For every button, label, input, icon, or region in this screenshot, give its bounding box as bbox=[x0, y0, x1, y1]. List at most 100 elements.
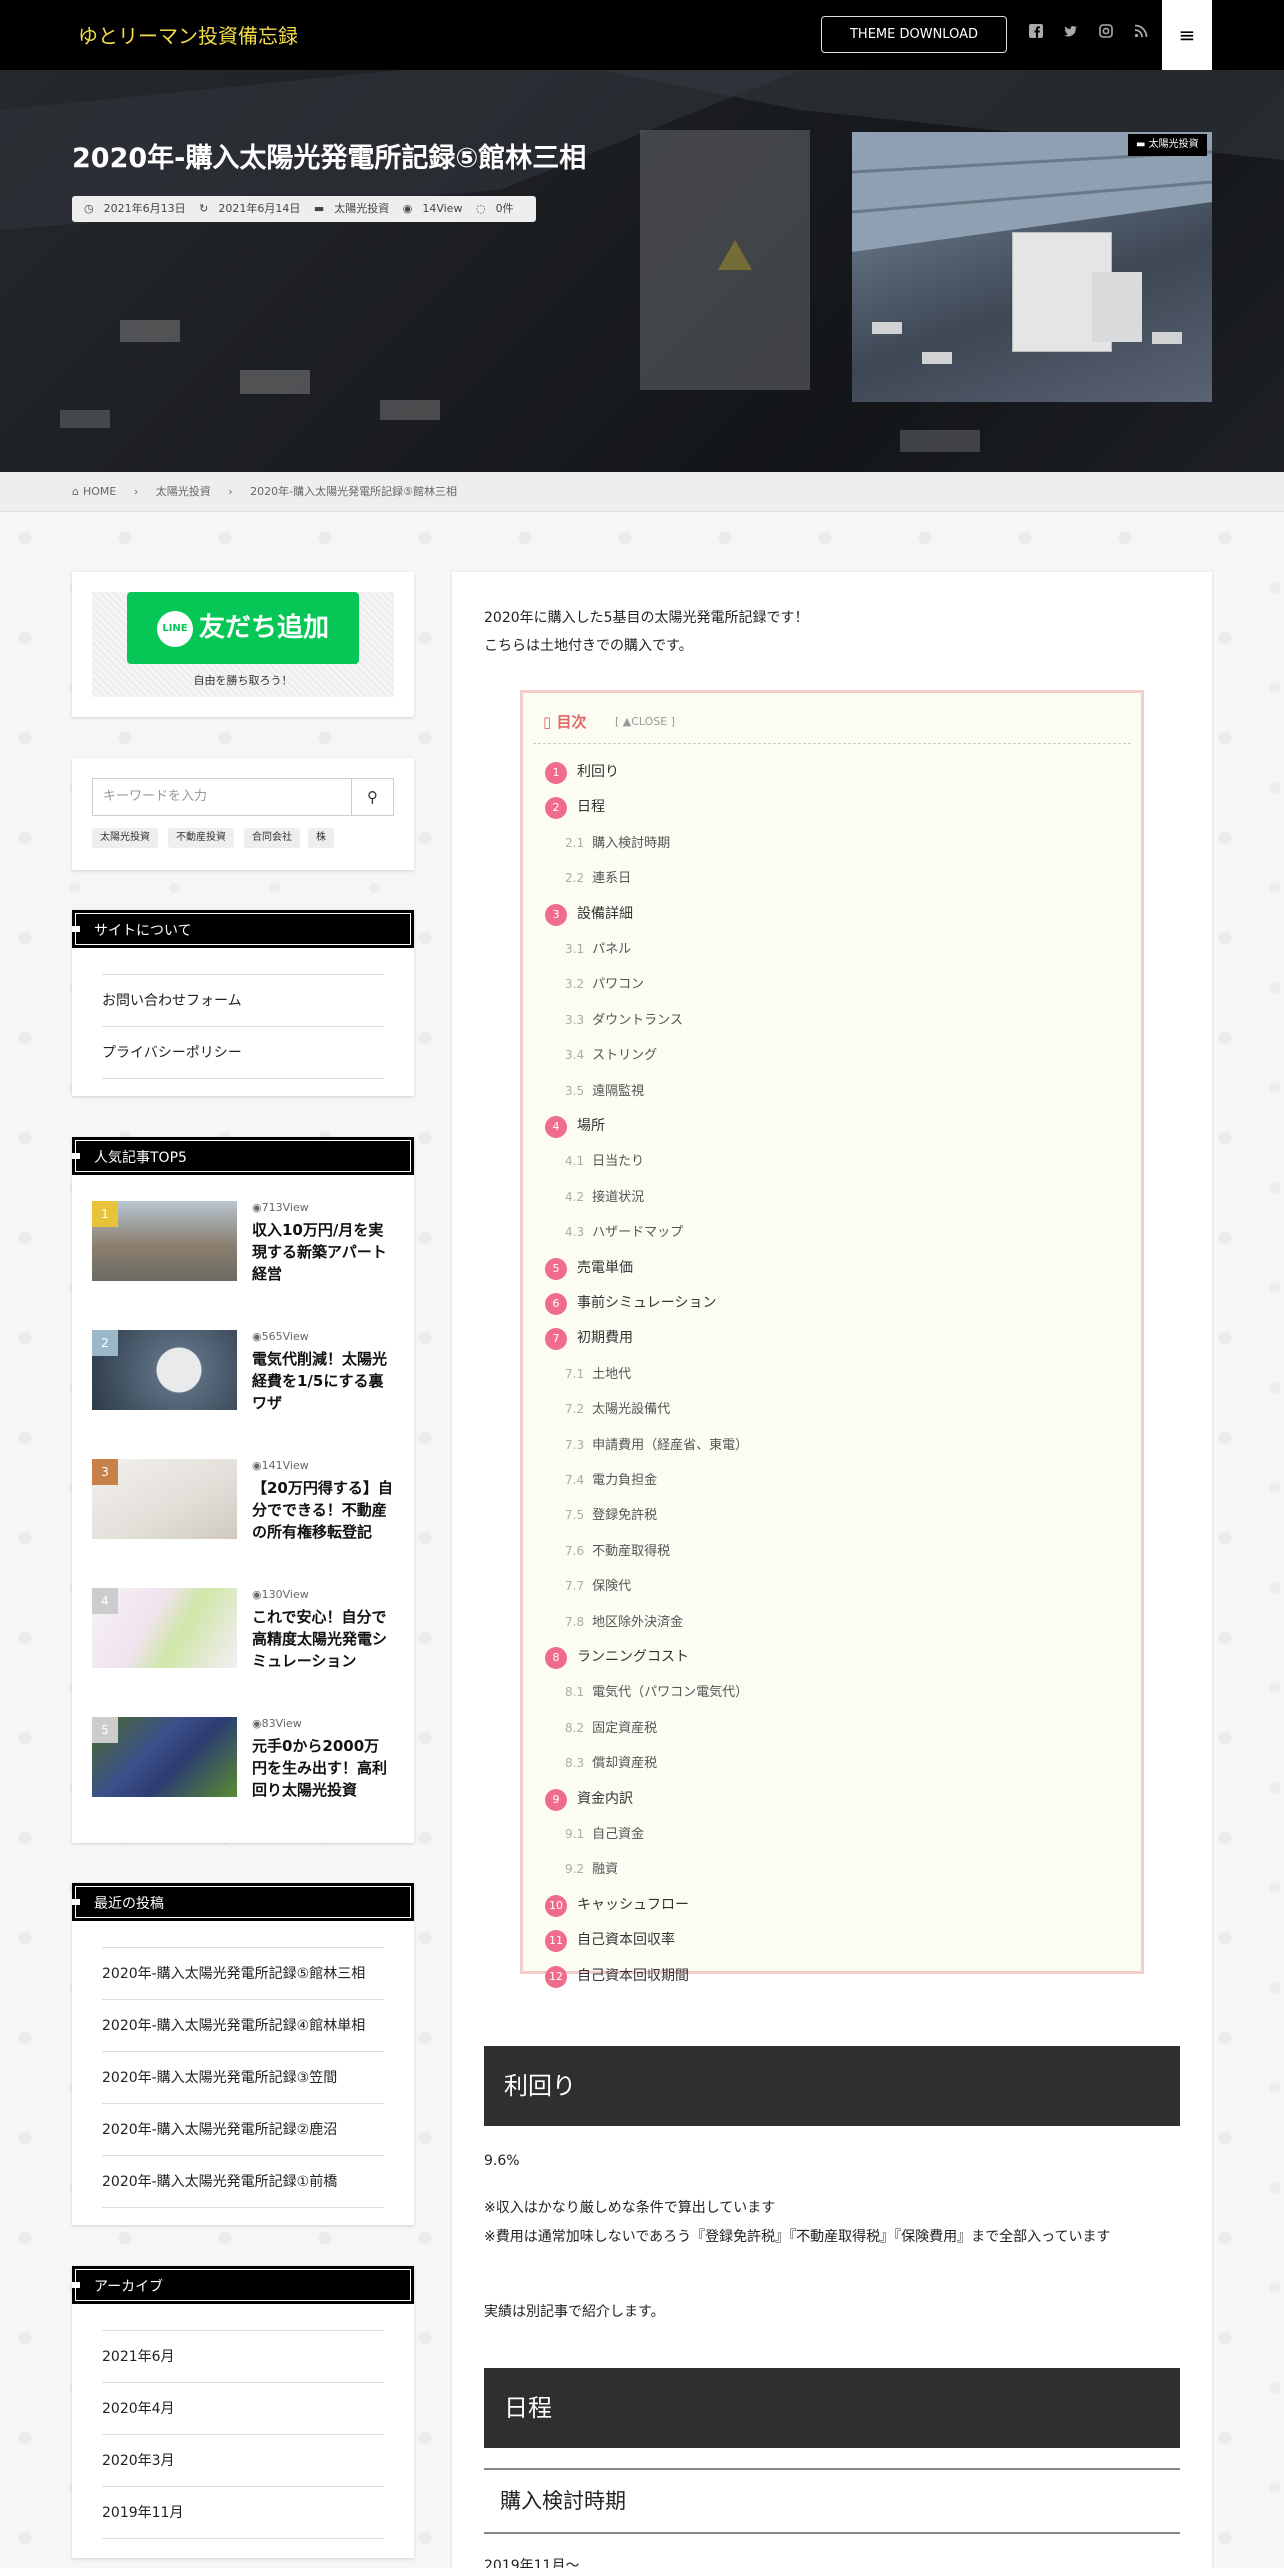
toc-item[interactable]: 7.1 土地代 bbox=[565, 1361, 631, 1387]
toc-item[interactable]: 2.1 購入検討時期 bbox=[565, 830, 670, 856]
tag-llc[interactable]: 合同会社 bbox=[244, 828, 300, 848]
toc-item-label[interactable]: 電気代（パワコン電気代） bbox=[592, 1685, 748, 1700]
line-add-friend-button[interactable]: LINE 友だち追加 bbox=[127, 592, 359, 664]
tag-solar[interactable]: 太陽光投資 bbox=[92, 828, 158, 848]
toc-item[interactable]: 2.2 連系日 bbox=[565, 865, 631, 891]
popular-item[interactable]: 2 ◉565View 電気代削減！太陽光経費を1/5にする裏ワザ bbox=[92, 1330, 394, 1412]
toc-item-label[interactable]: 自己資本回収期間 bbox=[577, 1968, 689, 1984]
breadcrumb-category[interactable]: 太陽光投資 bbox=[156, 485, 211, 498]
toc-item-label[interactable]: キャッシュフロー bbox=[577, 1897, 689, 1913]
toc-item-label[interactable]: 償却資産税 bbox=[592, 1756, 657, 1771]
breadcrumb-home[interactable]: HOME bbox=[83, 485, 116, 498]
toc-item-label[interactable]: ハザードマップ bbox=[592, 1225, 683, 1240]
toc-item[interactable]: 4.2 接道状況 bbox=[565, 1184, 644, 1210]
toc-item[interactable]: 7.8 地区除外決済金 bbox=[565, 1609, 683, 1635]
rss-icon[interactable] bbox=[1132, 24, 1150, 42]
archive-link[interactable]: 2020年4月 bbox=[102, 2383, 384, 2435]
popular-title[interactable]: これで安心！自分で高精度太陽光発電シミュレーション bbox=[252, 1606, 394, 1672]
toc-item[interactable]: 8 ランニングコスト bbox=[545, 1644, 689, 1670]
toc-item[interactable]: 4.1 日当たり bbox=[565, 1148, 644, 1174]
popular-title[interactable]: 電気代削減！太陽光経費を1/5にする裏ワザ bbox=[252, 1348, 394, 1414]
toc-item-label[interactable]: 日当たり bbox=[592, 1154, 644, 1169]
search-icon[interactable]: ⚲ bbox=[352, 778, 394, 816]
menu-icon[interactable]: ≡ bbox=[1162, 0, 1212, 70]
archive-link[interactable]: 2020年3月 bbox=[102, 2435, 384, 2487]
toc-item[interactable]: 7 初期費用 bbox=[545, 1325, 633, 1351]
toc-item[interactable]: 10 キャッシュフロー bbox=[545, 1892, 689, 1918]
toc-item-label[interactable]: 資金内訳 bbox=[577, 1791, 633, 1807]
toc-item-label[interactable]: 接道状況 bbox=[592, 1190, 644, 1205]
tag-stock[interactable]: 株 bbox=[308, 828, 334, 848]
toc-item[interactable]: 3 設備詳細 bbox=[545, 901, 633, 927]
toc-item-label[interactable]: ダウントランス bbox=[592, 1013, 683, 1028]
search-input[interactable]: キーワードを入力 bbox=[92, 778, 352, 816]
post-comments[interactable]: 0件 bbox=[496, 202, 514, 215]
recent-post-link[interactable]: 2020年-購入太陽光発電所記録④館林単相 bbox=[102, 2000, 384, 2052]
toc-item[interactable]: 9.2 融資 bbox=[565, 1856, 618, 1882]
site-logo[interactable]: ゆとリーマン投資備忘録 bbox=[78, 20, 298, 49]
toc-item-label[interactable]: ストリング bbox=[592, 1048, 657, 1063]
toc-item[interactable]: 3.2 パワコン bbox=[565, 971, 644, 997]
archive-link[interactable]: 2021年6月 bbox=[102, 2331, 384, 2383]
toc-item[interactable]: 3.3 ダウントランス bbox=[565, 1007, 683, 1033]
toc-item[interactable]: 7.7 保険代 bbox=[565, 1573, 631, 1599]
toc-item[interactable]: 7.6 不動産取得税 bbox=[565, 1538, 670, 1564]
toc-item-label[interactable]: 保険代 bbox=[592, 1579, 631, 1594]
toc-item[interactable]: 3.5 遠隔監視 bbox=[565, 1078, 644, 1104]
popular-title[interactable]: 収入10万円/月を実現する新築アパート経営 bbox=[252, 1219, 394, 1285]
toc-item-label[interactable]: 売電単価 bbox=[577, 1260, 633, 1276]
toc-item-label[interactable]: 利回り bbox=[577, 764, 619, 780]
toc-item-label[interactable]: 事前シミュレーション bbox=[577, 1295, 716, 1311]
toc-item[interactable]: 3.1 パネル bbox=[565, 936, 631, 962]
facebook-icon[interactable] bbox=[1027, 24, 1045, 42]
popular-title[interactable]: 【20万円得する】自分でできる！不動産の所有権移転登記 bbox=[252, 1477, 394, 1543]
archive-link[interactable]: 2019年11月 bbox=[102, 2487, 384, 2539]
toc-item[interactable]: 7.5 登録免許税 bbox=[565, 1502, 657, 1528]
tag-realestate[interactable]: 不動産投資 bbox=[168, 828, 234, 848]
toc-item-label[interactable]: 日程 bbox=[577, 799, 605, 815]
toc-item-label[interactable]: 設備詳細 bbox=[577, 906, 633, 922]
popular-title[interactable]: 元手0から2000万円を生み出す！高利回り太陽光投資 bbox=[252, 1735, 394, 1801]
toc-item-label[interactable]: 場所 bbox=[577, 1118, 605, 1134]
toc-item[interactable]: 11 自己資本回収率 bbox=[545, 1927, 675, 1953]
toc-item-label[interactable]: 初期費用 bbox=[577, 1330, 633, 1346]
toc-item-label[interactable]: 登録免許税 bbox=[592, 1508, 657, 1523]
toc-item[interactable]: 9.1 自己資金 bbox=[565, 1821, 644, 1847]
recent-post-link[interactable]: 2020年-購入太陽光発電所記録⑤館林三相 bbox=[102, 1948, 384, 2000]
toc-item[interactable]: 7.3 申請費用（経産省、東電） bbox=[565, 1432, 748, 1458]
toc-item-label[interactable]: 購入検討時期 bbox=[592, 836, 670, 851]
post-category[interactable]: 太陽光投資 bbox=[334, 202, 389, 215]
popular-item[interactable]: 5 ◉83View 元手0から2000万円を生み出す！高利回り太陽光投資 bbox=[92, 1717, 394, 1799]
theme-download-button[interactable]: THEME DOWNLOAD bbox=[821, 16, 1007, 53]
toc-item-label[interactable]: 融資 bbox=[592, 1862, 618, 1877]
recent-post-link[interactable]: 2020年-購入太陽光発電所記録②鹿沼 bbox=[102, 2104, 384, 2156]
toc-item-label[interactable]: 遠隔監視 bbox=[592, 1084, 644, 1099]
toc-item-label[interactable]: 太陽光設備代 bbox=[592, 1402, 670, 1417]
toc-item[interactable]: 8.2 固定資産税 bbox=[565, 1715, 657, 1741]
toc-item[interactable]: 9 資金内訳 bbox=[545, 1786, 633, 1812]
toc-item[interactable]: 5 売電単価 bbox=[545, 1255, 633, 1281]
toc-item-label[interactable]: 地区除外決済金 bbox=[592, 1615, 683, 1630]
toc-item-label[interactable]: 不動産取得税 bbox=[592, 1544, 670, 1559]
toc-item[interactable]: 3.4 ストリング bbox=[565, 1042, 657, 1068]
toc-item[interactable]: 12 自己資本回収期間 bbox=[545, 1963, 689, 1989]
toc-close-toggle[interactable]: [ ▲CLOSE ] bbox=[615, 715, 675, 728]
recent-post-link[interactable]: 2020年-購入太陽光発電所記録①前橋 bbox=[102, 2156, 384, 2208]
privacy-policy-link[interactable]: プライバシーポリシー bbox=[102, 1027, 384, 1079]
toc-item[interactable]: 7.4 電力負担金 bbox=[565, 1467, 657, 1493]
toc-item[interactable]: 6 事前シミュレーション bbox=[545, 1290, 716, 1316]
toc-item-label[interactable]: パワコン bbox=[592, 977, 644, 992]
toc-item-label[interactable]: 自己資本回収率 bbox=[577, 1932, 675, 1948]
popular-item[interactable]: 1 ◉713View 収入10万円/月を実現する新築アパート経営 bbox=[92, 1201, 394, 1283]
toc-item[interactable]: 4 場所 bbox=[545, 1113, 605, 1139]
toc-item-label[interactable]: 連系日 bbox=[592, 871, 631, 886]
toc-item-label[interactable]: 土地代 bbox=[592, 1367, 631, 1382]
toc-item[interactable]: 7.2 太陽光設備代 bbox=[565, 1396, 670, 1422]
toc-item-label[interactable]: 電力負担金 bbox=[592, 1473, 657, 1488]
recent-post-link[interactable]: 2020年-購入太陽光発電所記録③笠間 bbox=[102, 2052, 384, 2104]
toc-item-label[interactable]: パネル bbox=[592, 942, 631, 957]
popular-item[interactable]: 4 ◉130View これで安心！自分で高精度太陽光発電シミュレーション bbox=[92, 1588, 394, 1670]
toc-item[interactable]: 2 日程 bbox=[545, 794, 605, 820]
toc-item-label[interactable]: 固定資産税 bbox=[592, 1721, 657, 1736]
toc-item[interactable]: 8.1 電気代（パワコン電気代） bbox=[565, 1679, 748, 1705]
